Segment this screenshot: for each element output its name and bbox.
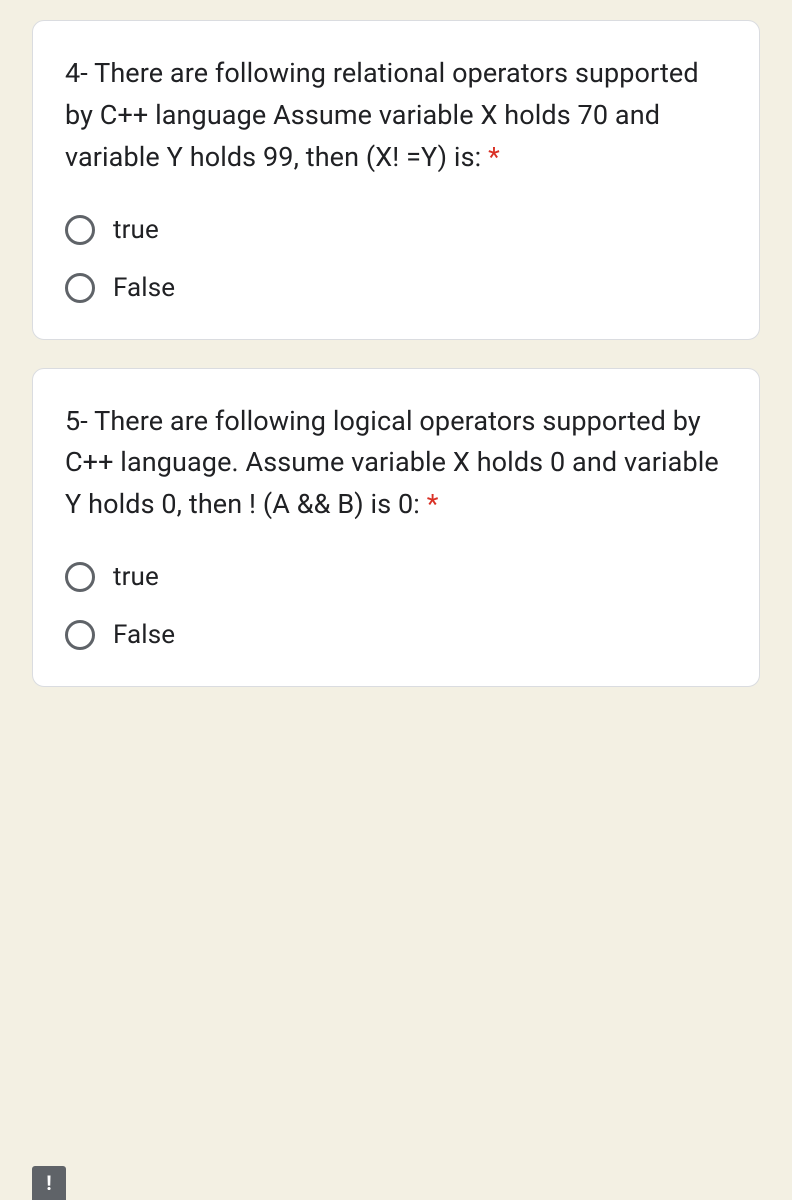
required-marker: * [427, 488, 439, 520]
option-label: False [113, 273, 175, 303]
alert-badge[interactable]: ! [32, 1166, 66, 1200]
alert-icon: ! [46, 1171, 51, 1195]
option-true[interactable]: true [65, 562, 727, 592]
options-group: true False [65, 562, 727, 650]
option-false[interactable]: False [65, 620, 727, 650]
radio-icon [65, 215, 95, 245]
option-label: true [113, 215, 159, 245]
option-true[interactable]: true [65, 215, 727, 245]
option-label: False [113, 620, 175, 650]
question-body: 4- There are following relational operat… [65, 57, 699, 173]
form-container: 4- There are following relational operat… [0, 0, 792, 687]
radio-icon [65, 562, 95, 592]
question-text: 4- There are following relational operat… [65, 53, 727, 179]
question-body: 5- There are following logical operators… [65, 405, 719, 521]
question-card-5: 5- There are following logical operators… [32, 368, 760, 688]
radio-icon [65, 273, 95, 303]
radio-icon [65, 620, 95, 650]
question-text: 5- There are following logical operators… [65, 401, 727, 527]
question-card-4: 4- There are following relational operat… [32, 20, 760, 340]
option-false[interactable]: False [65, 273, 727, 303]
options-group: true False [65, 215, 727, 303]
option-label: true [113, 562, 159, 592]
required-marker: * [488, 141, 500, 173]
